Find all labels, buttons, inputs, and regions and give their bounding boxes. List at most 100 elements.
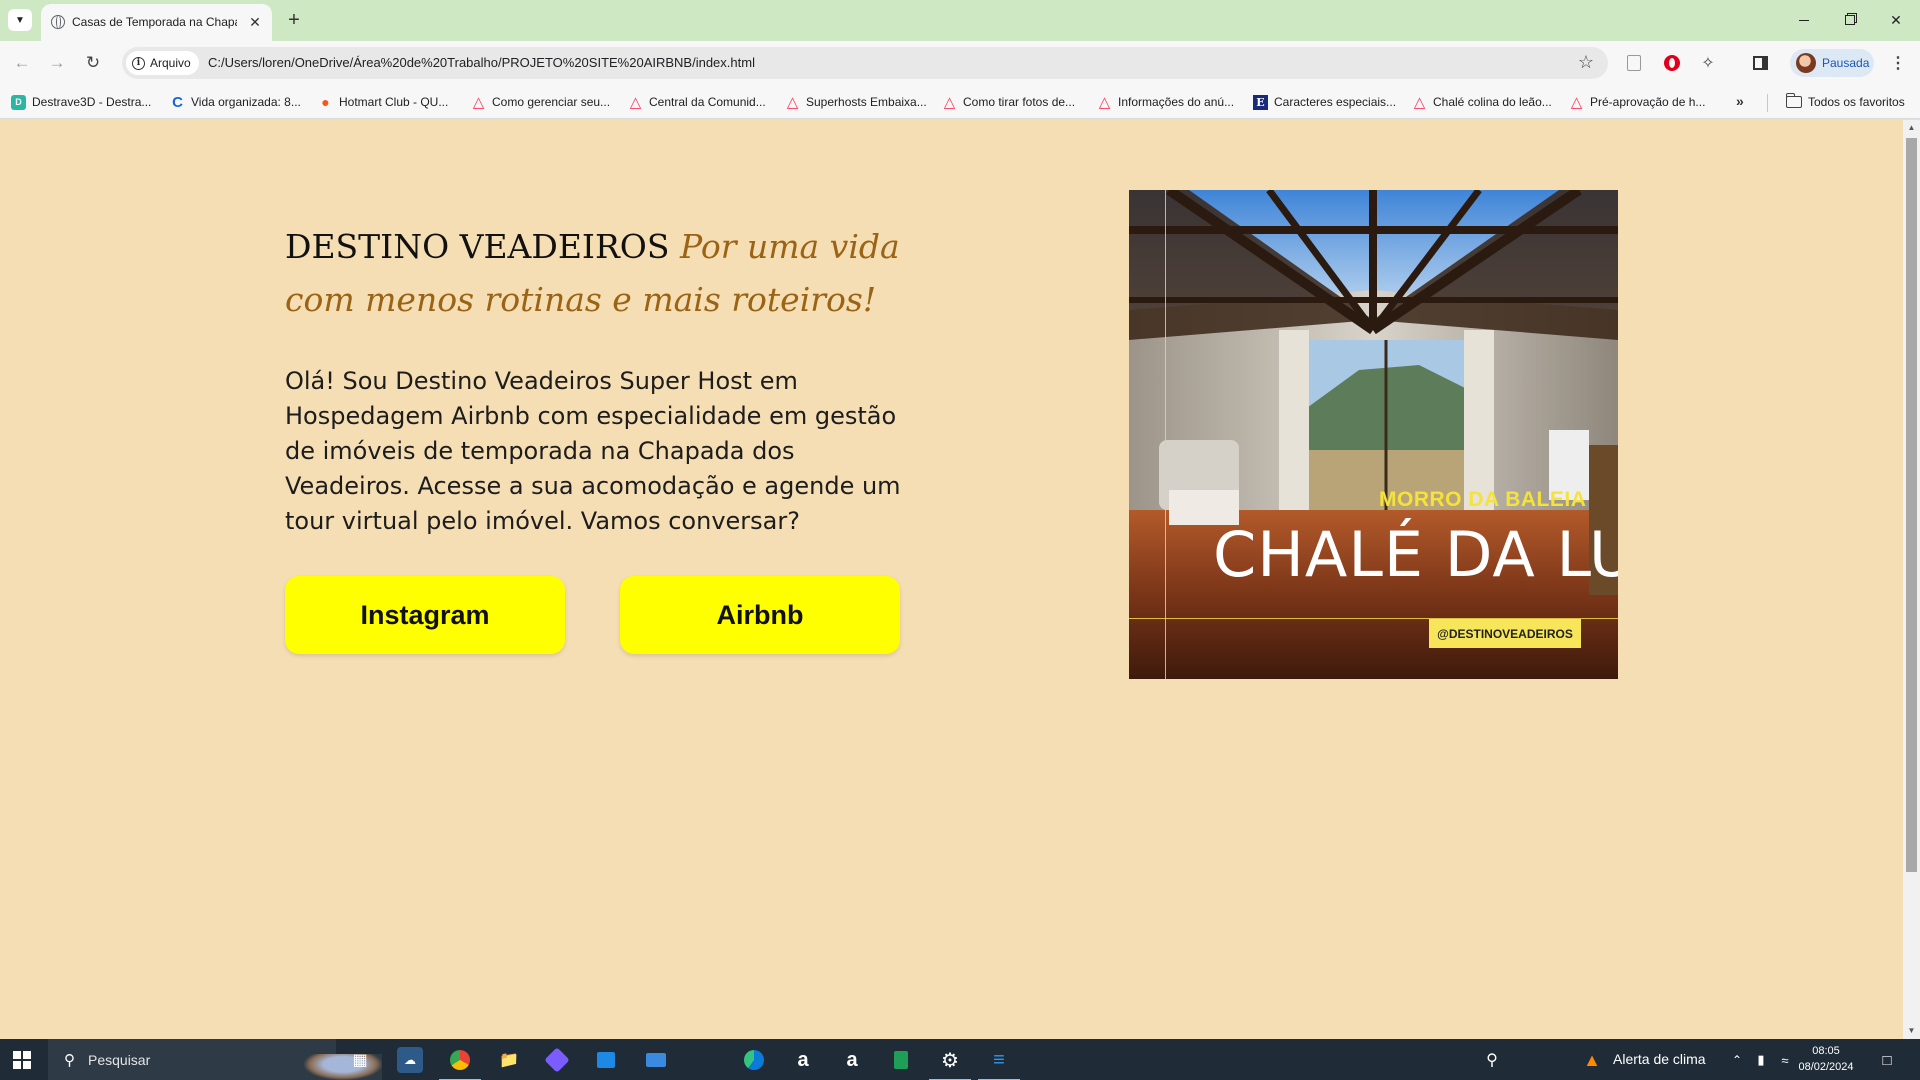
menu-kebab-icon[interactable]: ⋮ (1886, 51, 1910, 75)
vscode-icon[interactable]: ≡ (978, 1047, 1020, 1080)
mail-icon[interactable] (643, 1047, 669, 1073)
extensions-puzzle-icon[interactable]: ✧ (1696, 51, 1720, 75)
airbnb-icon: △ (629, 94, 642, 111)
bookmark-label: Como tirar fotos de... (963, 95, 1076, 109)
bookmarks-divider (1767, 94, 1768, 112)
avatar (1796, 53, 1816, 73)
app-weather-widget-icon[interactable]: ☁ (397, 1047, 423, 1073)
bookmark-label: Informações do anú... (1118, 95, 1235, 109)
bookmark-label: Hotmart Club - QU... (339, 95, 449, 109)
chalet-interior-image (1129, 190, 1618, 679)
bookmark-item[interactable]: △ Informações do anú... (1097, 93, 1234, 111)
bookmark-item[interactable]: △ Central da Comunid... (628, 93, 766, 111)
close-tab-button[interactable]: ✕ (245, 12, 265, 32)
bookmark-item[interactable]: E Caracteres especiais... (1253, 93, 1396, 111)
destrave3d-icon: D (11, 94, 26, 110)
bookmark-item[interactable]: △ Como gerenciar seu... (471, 93, 610, 111)
vida-organizada-icon: C (172, 93, 183, 111)
bookmark-label: Central da Comunid... (649, 95, 766, 109)
bookmark-item[interactable]: D Destrave3D - Destra... (11, 93, 151, 111)
scroll-down-arrow-icon[interactable]: ▼ (1906, 1025, 1917, 1037)
close-icon: ✕ (1890, 11, 1902, 28)
all-bookmarks-button[interactable]: Todos os favoritos (1785, 93, 1905, 111)
globe-icon (51, 15, 65, 29)
airbnb-icon: △ (1098, 94, 1111, 111)
chevron-up-icon[interactable]: ⌃ (1724, 1047, 1750, 1073)
tab-strip: ▼ Casas de Temporada na Chapada dos Vead… (0, 0, 1920, 41)
brand-name: DESTINO VEADEIROS (285, 227, 670, 266)
edge-browser-icon[interactable] (741, 1047, 767, 1073)
system-clock[interactable]: 08:05 08/02/2024 (1796, 1043, 1856, 1075)
page-scrollbar[interactable]: ▲ ▼ (1903, 120, 1920, 1039)
url-text[interactable]: C:/Users/loren/OneDrive/Área%20de%20Trab… (208, 55, 755, 70)
notifications-icon[interactable]: □ (1874, 1047, 1900, 1073)
photo-vertical-line (1165, 190, 1166, 679)
scrollbar-thumb[interactable] (1906, 138, 1917, 872)
airbnb-icon: △ (786, 94, 799, 111)
forward-button[interactable]: → (43, 49, 71, 77)
app-purple-icon[interactable] (544, 1047, 570, 1073)
reader-extension-icon[interactable] (1622, 51, 1646, 75)
e-icon: E (1253, 94, 1268, 110)
hero-heading: DESTINO VEADEIROS Por uma vida com menos… (285, 220, 925, 326)
profile-status-label: Pausada (1822, 56, 1870, 70)
back-button[interactable]: ← (8, 49, 36, 77)
bookmark-item[interactable]: △ Pré-aprovação de h... (1569, 93, 1706, 111)
browser-toolbar: ← → ↻ i Arquivo C:/Users/loren/OneDrive/… (0, 41, 1920, 85)
airbnb-button[interactable]: Airbnb (620, 576, 900, 654)
intro-paragraph: Olá! Sou Destino Veadeiros Super Host em… (285, 367, 901, 535)
weather-alert-icon[interactable]: ▲ (1579, 1047, 1605, 1073)
opera-extension-icon[interactable] (1660, 51, 1684, 75)
side-panel-icon[interactable] (1748, 51, 1772, 75)
amazon-icon[interactable]: a (790, 1047, 816, 1073)
chrome-taskbar-icon[interactable] (439, 1047, 481, 1080)
person-search-icon[interactable]: ⚲ (1479, 1047, 1505, 1073)
site-chip-label: Arquivo (150, 56, 191, 70)
bookmark-label: Vida organizada: 8... (191, 95, 301, 109)
airbnb-icon: △ (1570, 94, 1583, 111)
battery-icon[interactable]: ▮ (1748, 1047, 1774, 1073)
photo-subtitle: MORRO DA BALEIA (1379, 488, 1587, 511)
instagram-handle-tag: @DESTINOVEADEIROS (1429, 619, 1581, 648)
minimize-button[interactable] (1781, 0, 1827, 40)
taskbar-search[interactable]: ⚲ Pesquisar (48, 1039, 382, 1080)
settings-gear-icon[interactable]: ⚙ (929, 1047, 971, 1080)
bookmark-item[interactable]: △ Como tirar fotos de... (942, 93, 1075, 111)
weather-alert-label[interactable]: Alerta de clima (1613, 1051, 1706, 1067)
bookmark-label: Caracteres especiais... (1274, 95, 1397, 109)
reload-button[interactable]: ↻ (79, 49, 107, 77)
file-explorer-icon[interactable]: 📁 (496, 1047, 522, 1073)
amazon-alt-icon[interactable]: a (839, 1047, 865, 1073)
tab-title: Casas de Temporada na Chapada dos Veadei… (72, 15, 237, 29)
all-bookmarks-label: Todos os favoritos (1808, 95, 1905, 109)
photo-title: CHALÉ DA LUZ (1213, 518, 1618, 591)
restore-button[interactable] (1827, 0, 1873, 40)
bookmark-label: Pré-aprovação de h... (1590, 95, 1706, 109)
instagram-button[interactable]: Instagram (285, 576, 565, 654)
bookmark-item[interactable]: △ Superhosts Embaixa... (785, 93, 927, 111)
new-tab-button[interactable]: + (282, 9, 306, 33)
chevron-down-icon: ▼ (15, 14, 25, 26)
address-bar[interactable]: i Arquivo C:/Users/loren/OneDrive/Área%2… (122, 47, 1608, 79)
close-window-button[interactable]: ✕ (1873, 0, 1919, 40)
profile-button[interactable]: Pausada (1790, 49, 1874, 77)
bookmark-star-icon[interactable]: ☆ (1578, 52, 1594, 73)
scroll-up-arrow-icon[interactable]: ▲ (1906, 122, 1917, 134)
wifi-icon[interactable]: ≈ (1772, 1047, 1798, 1073)
bookmark-item[interactable]: C Vida organizada: 8... (170, 93, 301, 111)
tab-search-button[interactable]: ▼ (8, 9, 32, 31)
active-tab[interactable]: Casas de Temporada na Chapada dos Veadei… (41, 4, 272, 41)
taskbar-search-placeholder: Pesquisar (88, 1052, 151, 1068)
task-view-icon[interactable]: ▦ (347, 1047, 373, 1073)
clock-date: 08/02/2024 (1798, 1061, 1854, 1073)
sheets-icon[interactable] (888, 1047, 914, 1073)
more-bookmarks-chevron-icon[interactable]: » (1736, 93, 1744, 109)
microsoft-store-icon[interactable] (593, 1047, 619, 1073)
bookmark-item[interactable]: ● Hotmart Club - QU... (318, 93, 448, 111)
windows-start-icon[interactable] (13, 1051, 31, 1069)
bookmark-item[interactable]: △ Chalé colina do leão... (1412, 93, 1552, 111)
site-info-chip[interactable]: i Arquivo (126, 51, 199, 75)
reload-icon: ↻ (85, 53, 101, 72)
info-icon: i (132, 56, 145, 70)
airbnb-icon: △ (943, 94, 956, 111)
